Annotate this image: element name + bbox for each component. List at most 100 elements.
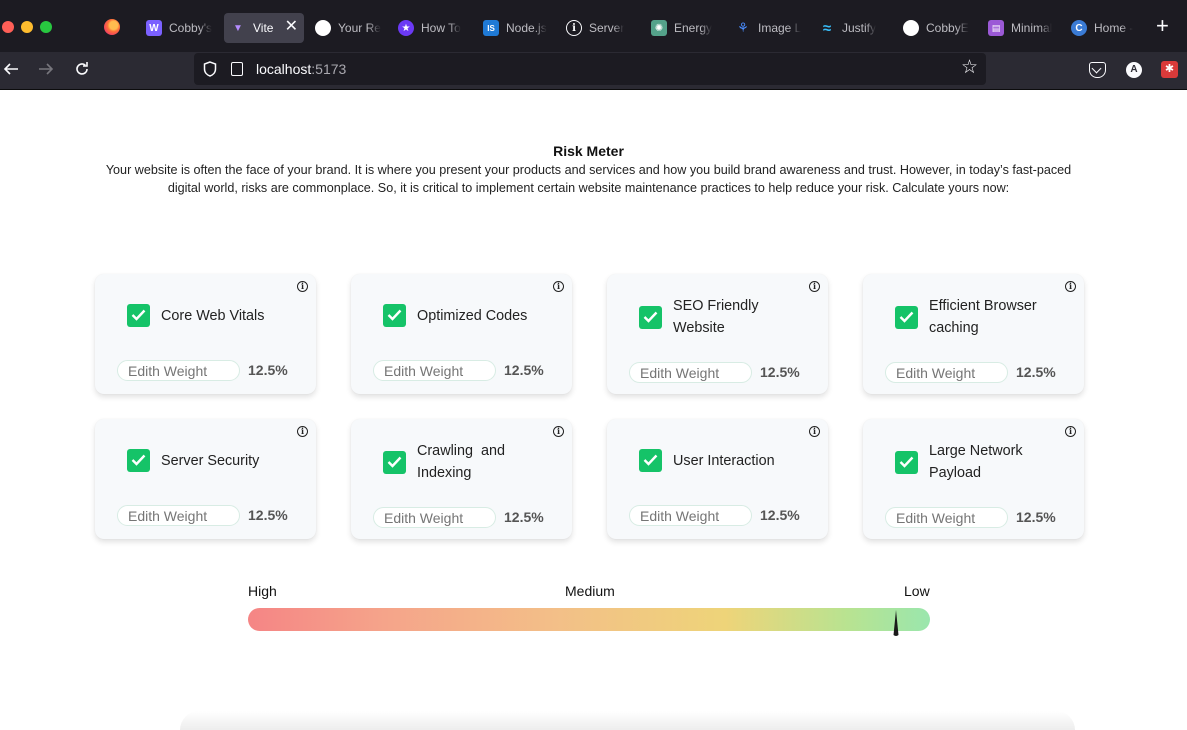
checkbox[interactable] (895, 451, 918, 474)
weight-input[interactable] (117, 360, 240, 381)
tab-label: How To (421, 21, 461, 35)
weight-percent: 12.5% (760, 507, 800, 523)
tab-energy[interactable]: ✺ Energy (645, 13, 721, 43)
tab-home[interactable]: C Home - (1065, 13, 1141, 43)
tab-label: Your Re (338, 21, 381, 35)
info-icon[interactable]: i (297, 281, 308, 292)
weight-percent: 12.5% (760, 364, 800, 380)
info-icon[interactable]: i (1065, 426, 1076, 437)
weight-percent: 12.5% (248, 362, 288, 378)
checkbox[interactable] (127, 304, 150, 327)
tab-cobbye[interactable]: CobbyE (897, 13, 973, 43)
pocket-icon[interactable] (1089, 62, 1106, 78)
info-icon[interactable]: i (553, 281, 564, 292)
risk-card-core-web-vitals: i Core Web Vitals 12.5% (95, 274, 316, 394)
minimal-icon: ▤ (988, 20, 1004, 36)
canva-icon: C (1071, 20, 1087, 36)
weight-percent: 12.5% (1016, 364, 1056, 380)
card-label: User Interaction (673, 453, 775, 469)
checkbox[interactable] (127, 449, 150, 472)
account-icon[interactable]: A (1126, 62, 1142, 78)
risk-card-large-network-payload: i Large Network Payload 12.5% (863, 419, 1084, 539)
weight-percent: 12.5% (248, 507, 288, 523)
cobby-icon: W (146, 20, 162, 36)
browser-tab-bar: W Cobby's ▼ Vite ✕ Your Re ★ How To IS N… (0, 0, 1187, 52)
tab-label: Node.js (506, 21, 547, 35)
weight-input[interactable] (373, 507, 496, 528)
tab-label: Image L (758, 21, 802, 35)
info-circle-icon: i (566, 20, 582, 36)
info-icon[interactable]: i (297, 426, 308, 437)
page-content: Risk Meter Your website is often the fac… (0, 91, 1187, 730)
tailwind-icon: ≈ (822, 19, 832, 37)
weight-input[interactable] (629, 362, 752, 383)
meter-medium-label: Medium (565, 583, 615, 599)
checkbox[interactable] (895, 306, 918, 329)
risk-meter-needle (893, 610, 899, 636)
checkbox[interactable] (639, 306, 662, 329)
footer-edge (180, 711, 1075, 730)
tab-close-icon[interactable]: ✕ (285, 19, 298, 35)
meter-low-label: Low (904, 583, 930, 599)
card-label: SEO Friendly Website (673, 298, 759, 336)
tab-image[interactable]: ⚘ Image L (729, 13, 805, 43)
info-icon[interactable]: i (553, 426, 564, 437)
tab-vite[interactable]: ▼ Vite ✕ (224, 13, 304, 43)
card-label: Large Network Payload (929, 443, 1023, 481)
tab-how-to[interactable]: ★ How To (392, 13, 468, 43)
vite-icon: ▼ (233, 22, 243, 34)
tab-nodejs[interactable]: IS Node.js (477, 13, 553, 43)
shield-icon[interactable] (203, 61, 217, 77)
card-label: Core Web Vitals (161, 308, 265, 324)
card-label: Efficient Browser caching (929, 298, 1037, 336)
risk-card-seo-friendly-website: i SEO Friendly Website 12.5% (607, 274, 828, 394)
tab-server[interactable]: i Server (560, 13, 636, 43)
page-title: Risk Meter (553, 143, 624, 159)
firefox-view-icon[interactable] (104, 19, 120, 35)
image-logo-icon: ⚘ (737, 20, 749, 35)
weight-input[interactable] (885, 362, 1008, 383)
weight-percent: 12.5% (1016, 509, 1056, 525)
tab-label: Justify (842, 21, 877, 35)
new-tab-button[interactable]: + (1156, 15, 1169, 37)
bookmark-star-icon[interactable]: ☆ (961, 58, 978, 78)
url-host: localhost (256, 61, 312, 77)
forward-arrow-icon[interactable] (35, 60, 57, 82)
info-icon[interactable]: i (809, 426, 820, 437)
tab-minimal[interactable]: ▤ Minimal (982, 13, 1058, 43)
window-close-button[interactable] (2, 21, 14, 33)
tab-cobbys[interactable]: W Cobby's (140, 13, 218, 43)
weight-input[interactable] (885, 507, 1008, 528)
url-port: :5173 (311, 61, 347, 77)
url-text[interactable]: localhost:5173 (256, 61, 346, 77)
window-minimize-button[interactable] (21, 21, 33, 33)
extension-icon[interactable]: ✱ (1161, 61, 1178, 78)
tab-label: Energy (674, 21, 713, 35)
address-bar[interactable]: localhost:5173 ☆ (194, 53, 986, 85)
tab-your-repos[interactable]: Your Re (309, 13, 385, 43)
info-icon[interactable]: i (1065, 281, 1076, 292)
star-badge-icon: ★ (398, 20, 414, 36)
card-label: Crawling and Indexing (417, 443, 509, 481)
checkbox[interactable] (383, 451, 406, 474)
openai-icon: ✺ (651, 20, 667, 36)
page-description: Your website is often the face of your b… (105, 163, 1072, 195)
risk-card-crawling-and-indexing: i Crawling and Indexing 12.5% (351, 419, 572, 539)
back-arrow-icon[interactable] (0, 60, 22, 82)
nodejs-icon: IS (483, 20, 499, 36)
info-icon[interactable]: i (809, 281, 820, 292)
window-maximize-button[interactable] (40, 21, 52, 33)
weight-input[interactable] (629, 505, 752, 526)
checkbox[interactable] (639, 449, 662, 472)
tab-justify[interactable]: ≈ Justify (813, 13, 889, 43)
reload-icon[interactable] (71, 60, 93, 82)
card-label: Optimized Codes (417, 308, 528, 324)
tab-label: Server (589, 21, 625, 35)
weight-input[interactable] (373, 360, 496, 381)
tab-label: Cobby's (169, 21, 212, 35)
risk-card-user-interaction: i User Interaction 12.5% (607, 419, 828, 539)
risk-card-optimized-codes: i Optimized Codes 12.5% (351, 274, 572, 394)
weight-input[interactable] (117, 505, 240, 526)
page-info-icon[interactable] (231, 62, 243, 76)
checkbox[interactable] (383, 304, 406, 327)
